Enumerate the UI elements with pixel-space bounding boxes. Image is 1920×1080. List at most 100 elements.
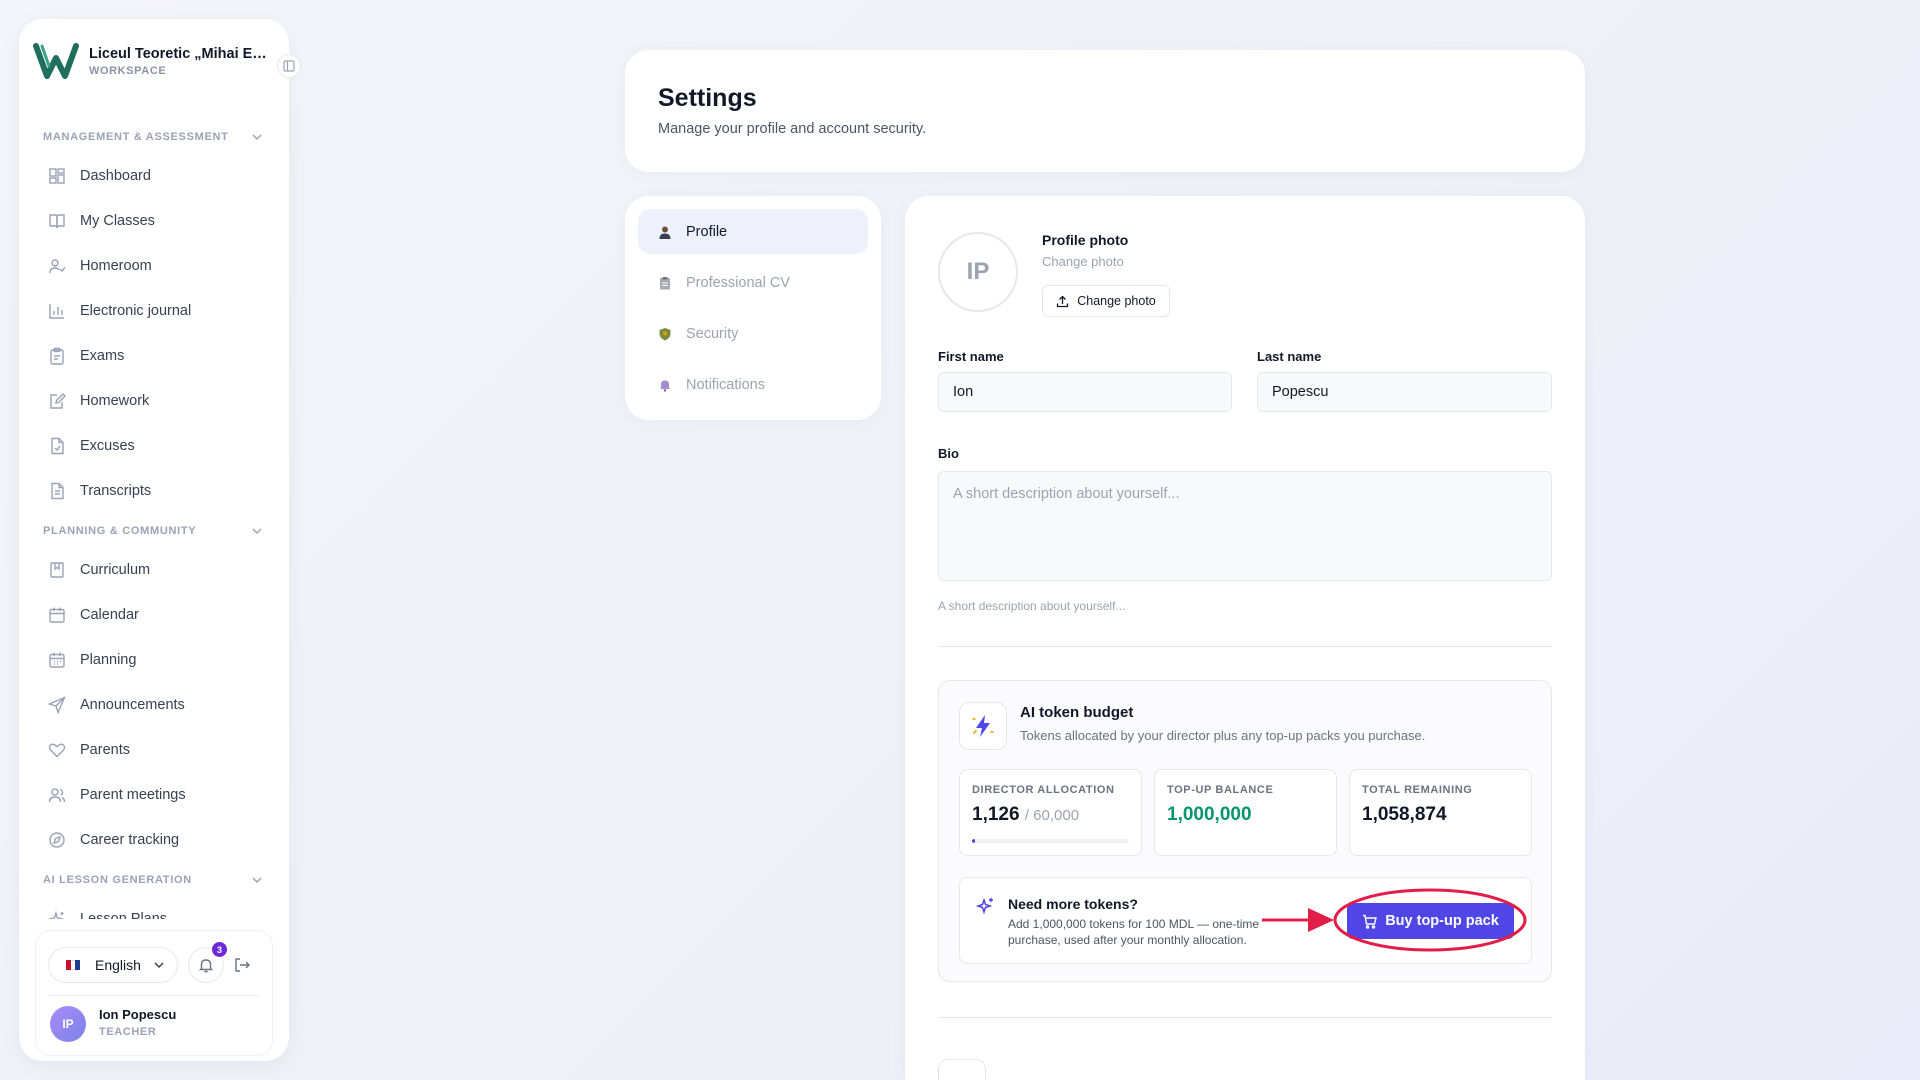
chevron-down-icon bbox=[252, 134, 262, 141]
last-name-input[interactable]: Popescu bbox=[1257, 372, 1552, 412]
chevron-down-icon bbox=[154, 962, 164, 969]
tab-security[interactable]: Security bbox=[638, 311, 868, 356]
nav-label: Announcements bbox=[80, 696, 185, 713]
sidebar-item-planning[interactable]: Planning bbox=[19, 637, 289, 682]
nav-label: Curriculum bbox=[80, 561, 151, 578]
user-name: Ion Popescu bbox=[99, 1007, 177, 1022]
sidebar-item-career-tracking[interactable]: Career tracking bbox=[19, 817, 289, 862]
edit-icon bbox=[50, 392, 66, 409]
bio-label: Bio bbox=[938, 446, 959, 461]
sidebar-item-calendar[interactable]: Calendar bbox=[19, 592, 289, 637]
nav-label: Lesson Plans bbox=[80, 910, 168, 920]
stat-value: 1,126 / 60,000 bbox=[972, 804, 1079, 826]
language-selector[interactable]: English bbox=[48, 947, 178, 983]
profile-photo-subtitle: Change photo bbox=[1042, 254, 1124, 269]
avatar[interactable]: IP bbox=[50, 1006, 86, 1042]
sidebar-item-my-classes[interactable]: My Classes bbox=[19, 198, 289, 243]
sidebar-item-homework[interactable]: Homework bbox=[19, 378, 289, 423]
topup-balance-value: 1,000,000 bbox=[1167, 804, 1252, 825]
tab-label: Notifications bbox=[686, 376, 765, 393]
nav-label: Parent meetings bbox=[80, 786, 186, 803]
director-allocation-total: / 60,000 bbox=[1024, 807, 1080, 824]
nav-label: Homeroom bbox=[80, 257, 152, 274]
users-icon bbox=[48, 787, 66, 802]
stat-label: TOP-UP BALANCE bbox=[1167, 784, 1274, 796]
book-bookmark-icon bbox=[50, 561, 64, 578]
send-icon bbox=[48, 695, 66, 714]
change-photo-label: Change photo bbox=[1077, 294, 1156, 308]
nav-label: Electronic journal bbox=[80, 302, 192, 319]
sparkles-icon bbox=[48, 909, 65, 919]
allocation-progress-fill bbox=[972, 839, 975, 843]
logout-icon[interactable] bbox=[232, 955, 252, 975]
sidebar-item-exams[interactable]: Exams bbox=[19, 333, 289, 378]
sidebar-item-dashboard[interactable]: Dashboard bbox=[19, 153, 289, 198]
file-text-icon bbox=[51, 482, 64, 499]
workspace-switcher[interactable]: Liceul Teoretic „Mihai Emi... WORKSPACE bbox=[33, 37, 289, 85]
file-check-icon bbox=[51, 437, 64, 454]
nav-label: Homework bbox=[80, 392, 150, 409]
shield-icon bbox=[659, 327, 671, 340]
section-planning[interactable]: PLANNING & COMMUNITY bbox=[19, 515, 289, 547]
last-name-label: Last name bbox=[1257, 349, 1322, 364]
allocation-progress bbox=[972, 839, 1129, 843]
calendar-grid-icon bbox=[49, 652, 65, 668]
director-allocation-stat: DIRECTOR ALLOCATION 1,126 / 60,000 bbox=[959, 769, 1142, 856]
topup-balance-stat: TOP-UP BALANCE 1,000,000 bbox=[1154, 769, 1337, 856]
sidebar-item-announcements[interactable]: Announcements bbox=[19, 682, 289, 727]
first-name-input[interactable]: Ion bbox=[938, 372, 1232, 412]
sidebar-item-parents[interactable]: Parents bbox=[19, 727, 289, 772]
sidebar-item-curriculum[interactable]: Curriculum bbox=[19, 547, 289, 592]
workspace-logo bbox=[33, 43, 79, 79]
nav-label: Transcripts bbox=[80, 482, 152, 499]
compass-icon bbox=[49, 831, 65, 848]
director-allocation-value: 1,126 bbox=[972, 804, 1020, 825]
divider bbox=[938, 1017, 1552, 1018]
section-ai-lesson[interactable]: AI LESSON GENERATION bbox=[19, 864, 289, 896]
collapse-sidebar-button[interactable] bbox=[277, 54, 301, 78]
clipboard-icon bbox=[50, 347, 64, 365]
flag-icon bbox=[66, 960, 81, 970]
workspace-name: Liceul Teoretic „Mihai Emi... bbox=[89, 45, 271, 62]
tab-notifications[interactable]: Notifications bbox=[638, 362, 868, 407]
document-icon bbox=[660, 276, 670, 289]
section-management[interactable]: MANAGEMENT & ASSESSMENT bbox=[19, 121, 289, 153]
chevron-down-icon bbox=[252, 877, 262, 884]
notification-badge: 3 bbox=[212, 942, 227, 957]
sidebar-nav: MANAGEMENT & ASSESSMENT Dashboard My Cla… bbox=[19, 119, 289, 919]
sidebar-toggle-icon bbox=[283, 60, 295, 72]
nav-label: Career tracking bbox=[80, 831, 180, 848]
bio-textarea[interactable]: A short description about yourself... bbox=[938, 471, 1552, 581]
sidebar-item-electronic-journal[interactable]: Electronic journal bbox=[19, 288, 289, 333]
buy-topup-pack-label: Buy top-up pack bbox=[1385, 913, 1499, 929]
tab-label: Profile bbox=[686, 223, 728, 240]
settings-header: Settings Manage your profile and account… bbox=[625, 50, 1585, 172]
sidebar-item-transcripts[interactable]: Transcripts bbox=[19, 468, 289, 513]
dashboard-icon bbox=[49, 167, 65, 184]
divider bbox=[48, 995, 260, 996]
change-photo-button[interactable]: Change photo bbox=[1042, 285, 1170, 317]
tab-profile[interactable]: Profile bbox=[638, 209, 868, 254]
nav-label: Calendar bbox=[80, 606, 139, 623]
nav-label: Planning bbox=[80, 651, 137, 668]
notifications-button[interactable]: 3 bbox=[188, 942, 227, 983]
profile-avatar[interactable]: IP bbox=[938, 232, 1018, 312]
total-remaining-stat: TOTAL REMAINING 1,058,874 bbox=[1349, 769, 1532, 856]
sidebar-item-parent-meetings[interactable]: Parent meetings bbox=[19, 772, 289, 817]
sidebar-footer: English 3 IP Ion Popescu TEACHER bbox=[35, 930, 273, 1056]
stat-label: DIRECTOR ALLOCATION bbox=[972, 784, 1115, 796]
sidebar: Liceul Teoretic „Mihai Emi... WORKSPACE … bbox=[19, 19, 289, 1061]
sidebar-item-excuses[interactable]: Excuses bbox=[19, 423, 289, 468]
buy-topup-pack-button[interactable]: Buy top-up pack bbox=[1347, 903, 1514, 939]
bar-chart-icon bbox=[49, 303, 64, 319]
first-name-label: First name bbox=[938, 349, 1004, 364]
nav-label: Excuses bbox=[80, 437, 135, 454]
divider bbox=[938, 646, 1552, 647]
nav-label: Parents bbox=[80, 741, 130, 758]
sidebar-item-homeroom[interactable]: Homeroom bbox=[19, 243, 289, 288]
tab-professional-cv[interactable]: Professional CV bbox=[638, 260, 868, 305]
language-label: English bbox=[95, 957, 141, 973]
lightning-icon bbox=[959, 702, 1007, 750]
sidebar-item-lesson-plans[interactable]: Lesson Plans bbox=[19, 896, 289, 919]
nav-label: My Classes bbox=[80, 212, 155, 229]
